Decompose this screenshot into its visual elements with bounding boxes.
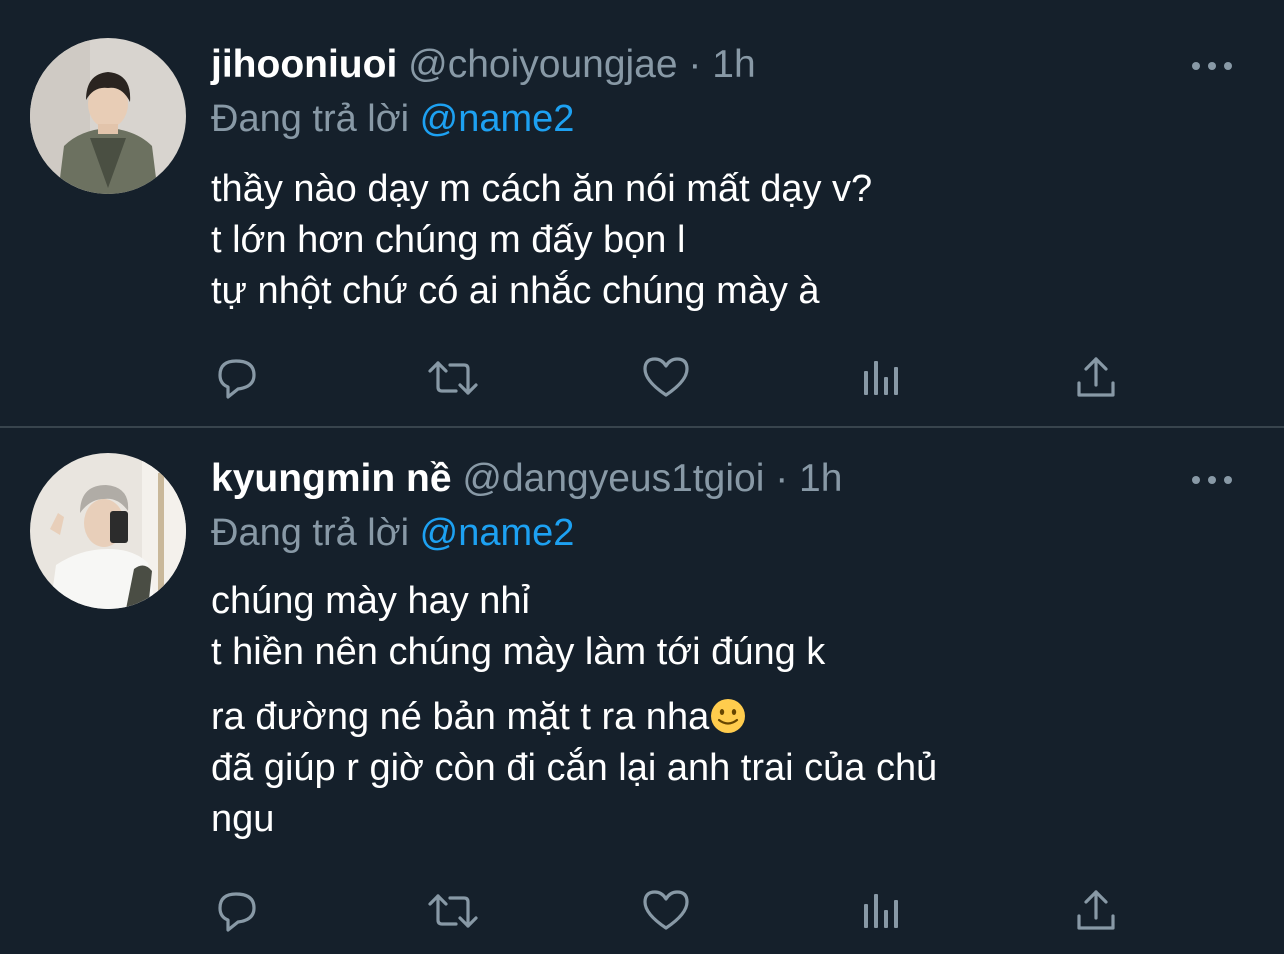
like-icon[interactable] [641,353,691,403]
retweet-icon[interactable] [426,353,478,403]
share-icon[interactable] [1071,886,1121,936]
user-handle[interactable]: @dangyeus1tgioi [462,457,764,500]
reply-prefix: Đang trả lời [211,98,410,140]
replying-to: Đang trả lời @name2 [211,94,574,144]
slightly-smiling-face-icon [711,699,746,733]
display-name[interactable]: kyungmin nề [211,457,452,500]
reply-mention-link[interactable]: @name2 [420,98,575,140]
tweet-text: thầy nào dạy m cách ăn nói mất dạy v? t … [211,164,872,331]
tweet-line: ngu [211,798,275,840]
stats-icon[interactable] [856,353,906,403]
display-name[interactable]: jihooniuoi [211,43,397,86]
user-handle[interactable]: @choiyoungjae [408,43,677,86]
tweet-actions [0,353,1284,403]
stats-icon[interactable] [856,886,906,936]
reply-mention-link[interactable]: @name2 [420,512,575,554]
avatar[interactable] [30,453,186,609]
tweet-paragraph: thầy nào dạy m cách ăn nói mất dạy v? t … [211,164,872,317]
tweet-paragraph: ra đường né bản mặt t ra nha đã giúp r g… [211,692,937,845]
tweet-line: chúng mày hay nhỉ [211,580,530,622]
reply-icon[interactable] [212,353,262,403]
timestamp[interactable]: 1h [799,457,842,500]
tweet-divider [0,426,1284,428]
tweet-line: t hiền nên chúng mày làm tới đúng k [211,631,826,673]
timeline-feed: jihooniuoi @choiyoungjae · 1h Đang trả l… [0,0,1284,954]
tweet-text: chúng mày hay nhỉ t hiền nên chúng mày l… [211,576,937,859]
tweet-line-text: ra đường né bản mặt t ra nha [211,696,710,738]
tweet-line: t lớn hơn chúng m đấy bọn l [211,219,686,261]
reply-prefix: Đang trả lời [211,512,410,554]
retweet-icon[interactable] [426,886,478,936]
tweet-line: thầy nào dạy m cách ăn nói mất dạy v? [211,168,873,210]
tweet-paragraph: chúng mày hay nhỉ t hiền nên chúng mày l… [211,576,937,678]
tweet[interactable]: jihooniuoi @choiyoungjae · 1h Đang trả l… [0,0,1284,428]
dot-separator: · [688,43,702,86]
reply-icon[interactable] [212,886,262,936]
more-icon[interactable] [1192,472,1232,488]
tweet[interactable]: kyungmin nề @dangyeus1tgioi · 1h Đang tr… [0,430,1284,954]
tweet-header: jihooniuoi @choiyoungjae · 1h [211,40,756,90]
share-icon[interactable] [1071,353,1121,403]
avatar[interactable] [30,38,186,194]
more-icon[interactable] [1192,58,1232,74]
tweet-header: kyungmin nề @dangyeus1tgioi · 1h [211,454,842,504]
dot-separator: · [775,457,789,500]
tweet-line: đã giúp r giờ còn đi cắn lại anh trai củ… [211,747,938,789]
tweet-actions [0,886,1284,936]
tweet-line: ra đường né bản mặt t ra nha [211,692,937,743]
like-icon[interactable] [641,886,691,936]
timestamp[interactable]: 1h [712,43,755,86]
replying-to: Đang trả lời @name2 [211,508,574,558]
tweet-line: tự nhột chứ có ai nhắc chúng mày à [211,270,820,312]
